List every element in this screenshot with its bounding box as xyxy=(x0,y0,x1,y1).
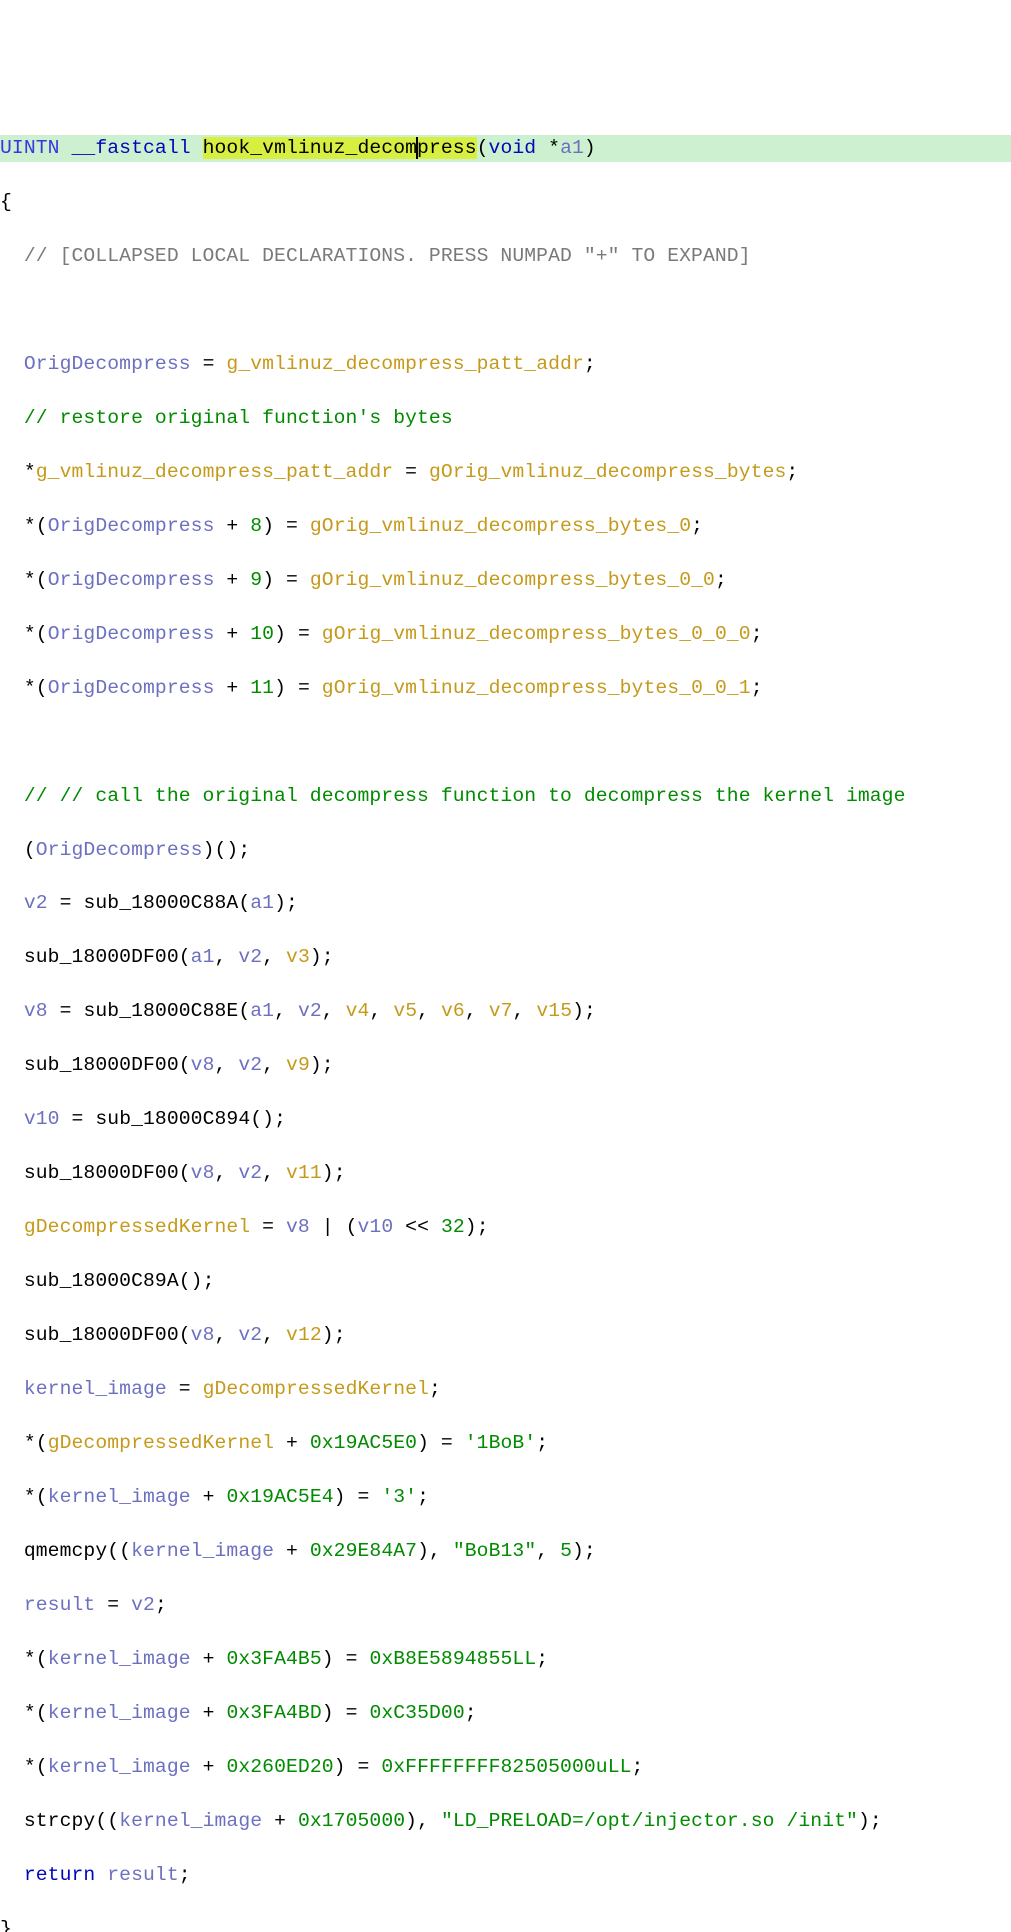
calling-convention: __fastcall xyxy=(72,137,191,159)
collapsed-decls[interactable]: // [COLLAPSED LOCAL DECLARATIONS. PRESS … xyxy=(0,243,1011,270)
code-line: *(kernel_image + 0x260ED20) = 0xFFFFFFFF… xyxy=(0,1754,1011,1781)
return-type: UINTN xyxy=(0,137,60,159)
code-line: result = v2; xyxy=(0,1592,1011,1619)
code-line: *g_vmlinuz_decompress_patt_addr = gOrig_… xyxy=(0,459,1011,486)
code-line: OrigDecompress = g_vmlinuz_decompress_pa… xyxy=(0,351,1011,378)
code-line: *(kernel_image + 0x3FA4B5) = 0xB8E589485… xyxy=(0,1646,1011,1673)
code-line: sub_18000DF00(a1, v2, v3); xyxy=(0,944,1011,971)
code-line: gDecompressedKernel = v8 | (v10 << 32); xyxy=(0,1214,1011,1241)
code-line: sub_18000DF00(v8, v2, v12); xyxy=(0,1322,1011,1349)
brace-open: { xyxy=(0,189,1011,216)
param-type: void xyxy=(489,137,537,159)
return-line: return result; xyxy=(0,1862,1011,1889)
code-line: sub_18000C89A(); xyxy=(0,1268,1011,1295)
comment-line: // // call the original decompress funct… xyxy=(0,783,1011,810)
function-signature: UINTN __fastcall hook_vmlinuz_decompress… xyxy=(0,135,1011,162)
param-name: a1 xyxy=(560,137,584,159)
code-line: *(OrigDecompress + 11) = gOrig_vmlinuz_d… xyxy=(0,675,1011,702)
code-line: (OrigDecompress)(); xyxy=(0,837,1011,864)
code-line: sub_18000DF00(v8, v2, v9); xyxy=(0,1052,1011,1079)
code-line: *(OrigDecompress + 8) = gOrig_vmlinuz_de… xyxy=(0,513,1011,540)
code-line: *(gDecompressedKernel + 0x19AC5E0) = '1B… xyxy=(0,1430,1011,1457)
comment-line: // restore original function's bytes xyxy=(0,405,1011,432)
code-line: *(OrigDecompress + 10) = gOrig_vmlinuz_d… xyxy=(0,621,1011,648)
code-line: qmemcpy((kernel_image + 0x29E84A7), "BoB… xyxy=(0,1538,1011,1565)
code-line: v2 = sub_18000C88A(a1); xyxy=(0,890,1011,917)
code-line: sub_18000DF00(v8, v2, v11); xyxy=(0,1160,1011,1187)
function-name-highlight: hook_vmlinuz_decompress xyxy=(203,137,477,159)
code-line: *(kernel_image + 0x19AC5E4) = '3'; xyxy=(0,1484,1011,1511)
code-line: v10 = sub_18000C894(); xyxy=(0,1106,1011,1133)
code-line: *(kernel_image + 0x3FA4BD) = 0xC35D00; xyxy=(0,1700,1011,1727)
code-line: v8 = sub_18000C88E(a1, v2, v4, v5, v6, v… xyxy=(0,998,1011,1025)
code-line: *(OrigDecompress + 9) = gOrig_vmlinuz_de… xyxy=(0,567,1011,594)
code-line: kernel_image = gDecompressedKernel; xyxy=(0,1376,1011,1403)
brace-close: } xyxy=(0,1916,1011,1932)
code-line: strcpy((kernel_image + 0x1705000), "LD_P… xyxy=(0,1808,1011,1835)
